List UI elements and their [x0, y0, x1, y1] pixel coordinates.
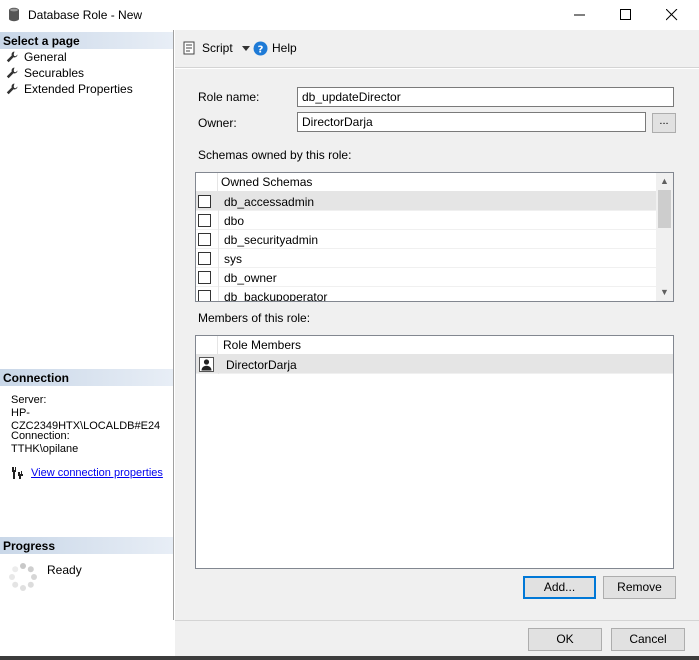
- owned-schemas-grid: Owned Schemas db_accessadmin dbo db_secu…: [195, 172, 674, 302]
- table-row[interactable]: db_accessadmin: [196, 192, 657, 211]
- browse-owner-button[interactable]: ...: [652, 113, 676, 133]
- maximize-icon: [620, 9, 631, 20]
- help-icon: ?: [253, 41, 268, 55]
- window-title: Database Role - New: [28, 8, 143, 22]
- svg-text:?: ?: [258, 44, 264, 55]
- page-general-label: General: [24, 50, 67, 64]
- server-label: Server:: [11, 394, 47, 406]
- toolbar: Script ? Help: [175, 30, 699, 68]
- progress-status: Ready: [47, 563, 82, 577]
- minimize-icon: [574, 14, 585, 16]
- script-icon: [183, 41, 195, 55]
- member-name: DirectorDarja: [226, 358, 297, 372]
- role-name-label: Role name:: [198, 90, 260, 104]
- schema-checkbox[interactable]: [198, 214, 211, 227]
- close-icon: [666, 9, 678, 21]
- table-row[interactable]: db_backupoperator: [196, 287, 657, 302]
- page-securables-label: Securables: [24, 66, 85, 80]
- script-label: Script: [202, 41, 233, 55]
- role-members-header: Role Members: [196, 336, 673, 355]
- help-label: Help: [272, 41, 297, 55]
- title-bar: Database Role - New: [0, 0, 699, 30]
- schema-name: db_securityadmin: [224, 233, 319, 247]
- table-row[interactable]: DirectorDarja: [196, 355, 673, 374]
- database-icon: [9, 7, 19, 22]
- progress-spinner-icon: [8, 562, 38, 592]
- owned-schemas-column[interactable]: Owned Schemas: [221, 175, 312, 189]
- connection-value: TTHK\opilane: [11, 443, 79, 455]
- table-row[interactable]: db_securityadmin: [196, 230, 657, 249]
- page-general[interactable]: General: [6, 49, 67, 65]
- schemas-label: Schemas owned by this role:: [198, 148, 352, 162]
- role-name-input[interactable]: db_updateDirector: [297, 87, 674, 107]
- owner-input[interactable]: DirectorDarja: [297, 112, 646, 132]
- role-members-grid: Role Members DirectorDarja: [195, 335, 674, 569]
- minimize-button[interactable]: [557, 0, 603, 30]
- help-button[interactable]: ? Help: [253, 40, 297, 56]
- schema-checkbox[interactable]: [198, 195, 211, 208]
- table-row[interactable]: dbo: [196, 211, 657, 230]
- scroll-up-icon[interactable]: ▲: [656, 173, 673, 190]
- owner-label: Owner:: [198, 116, 237, 130]
- schema-checkbox[interactable]: [198, 252, 211, 265]
- progress-header: Progress: [0, 537, 173, 554]
- table-row[interactable]: sys: [196, 249, 657, 268]
- script-button[interactable]: Script: [183, 40, 250, 56]
- schema-checkbox[interactable]: [198, 271, 211, 284]
- schema-name: dbo: [224, 214, 245, 228]
- select-page-header: Select a page: [0, 32, 173, 49]
- schema-name: db_accessadmin: [224, 195, 315, 209]
- general-page: Role name: db_updateDirector Owner: Dire…: [175, 69, 699, 620]
- table-row[interactable]: db_owner: [196, 268, 657, 287]
- scrollbar-thumb[interactable]: [658, 190, 671, 228]
- schema-name: db_owner: [224, 271, 277, 285]
- schemas-scrollbar[interactable]: ▲ ▼: [656, 173, 673, 301]
- schema-checkbox[interactable]: [198, 290, 211, 301]
- scroll-down-icon[interactable]: ▼: [656, 284, 673, 301]
- left-pane: Select a page General Securables Extende…: [0, 30, 174, 620]
- page-extended-properties[interactable]: Extended Properties: [6, 81, 133, 97]
- schema-checkbox[interactable]: [198, 233, 211, 246]
- dialog-footer: OK Cancel: [175, 620, 699, 660]
- wrench-icon: [6, 67, 18, 79]
- ok-button[interactable]: OK: [528, 628, 602, 651]
- remove-member-button[interactable]: Remove: [603, 576, 676, 599]
- members-label: Members of this role:: [198, 311, 311, 325]
- add-member-button[interactable]: Add...: [523, 576, 596, 599]
- schema-name: sys: [224, 252, 242, 266]
- maximize-button[interactable]: [603, 0, 649, 30]
- cancel-button[interactable]: Cancel: [611, 628, 685, 651]
- user-icon: [199, 357, 214, 372]
- wrench-icon: [6, 51, 18, 63]
- dropdown-arrow-icon[interactable]: [241, 45, 250, 51]
- view-connection-properties[interactable]: View connection properties: [10, 466, 163, 480]
- page-extended-properties-label: Extended Properties: [24, 82, 133, 96]
- role-members-column[interactable]: Role Members: [223, 338, 301, 352]
- wrench-icon: [6, 83, 18, 95]
- connection-properties-icon: [12, 467, 23, 479]
- schema-name: db_backupoperator: [224, 290, 328, 302]
- view-connection-properties-link[interactable]: View connection properties: [31, 467, 163, 479]
- connection-header: Connection: [0, 369, 173, 386]
- taskbar-edge: [0, 656, 699, 660]
- close-button[interactable]: [649, 0, 695, 30]
- connection-label: Connection:: [11, 430, 70, 442]
- owned-schemas-header: Owned Schemas: [196, 173, 657, 192]
- page-securables[interactable]: Securables: [6, 65, 84, 81]
